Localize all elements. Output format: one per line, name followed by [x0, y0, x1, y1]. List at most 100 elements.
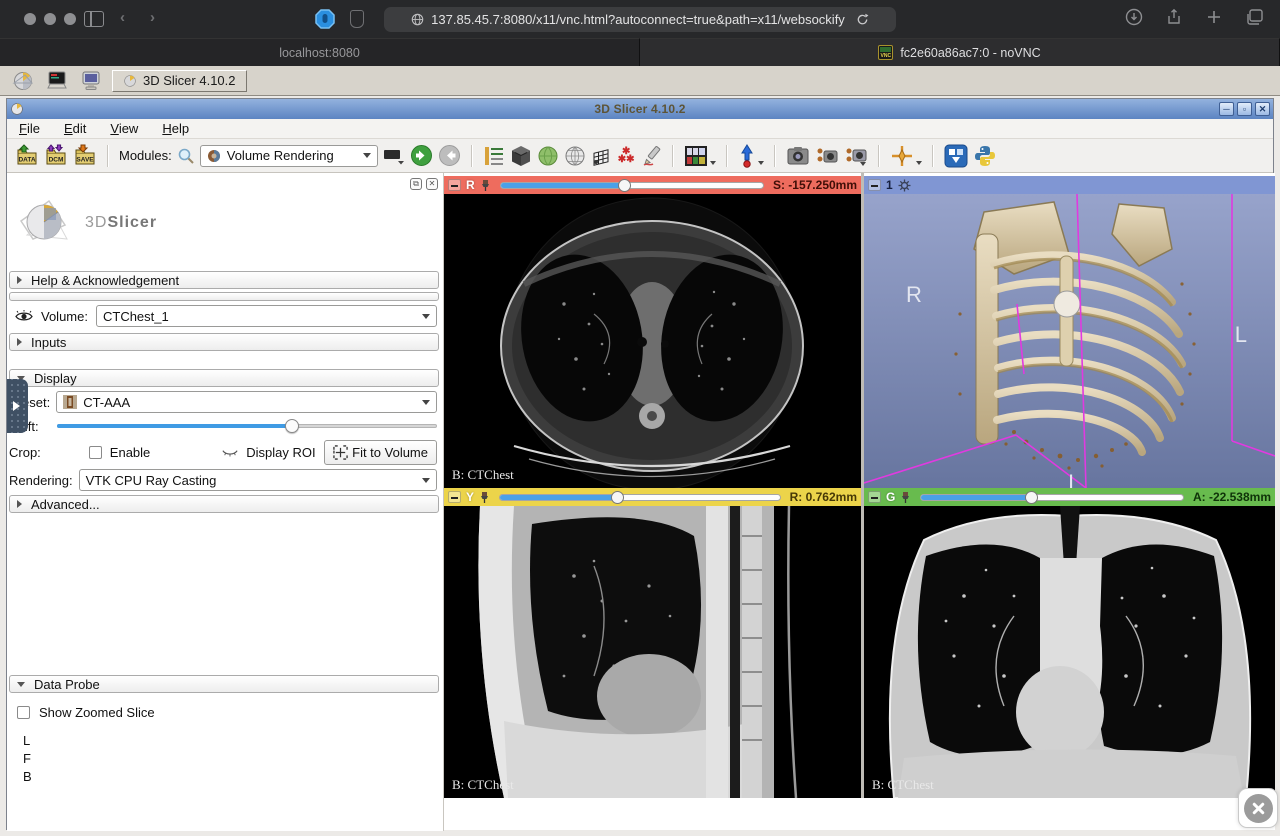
novnc-control-button[interactable]	[1238, 788, 1278, 828]
preset-combobox[interactable]: CT-AAA	[56, 391, 437, 413]
volume-rendering-image	[864, 194, 1275, 488]
taskbar-app-button[interactable]: 3D Slicer 4.10.2	[112, 70, 247, 92]
rendering-combobox[interactable]: VTK CPU Ray Casting	[79, 469, 437, 491]
hide-panel-icon[interactable]: ✕	[426, 178, 438, 190]
module-selector-combobox[interactable]: Volume Rendering	[200, 145, 378, 167]
display-section[interactable]: Display	[9, 369, 439, 387]
display-settings-icon[interactable]	[78, 69, 104, 93]
tab-novnc[interactable]: fc2e60a86ac7:0 - noVNC	[640, 38, 1280, 66]
save-button[interactable]: SAVE	[73, 143, 97, 169]
threed-viewport[interactable]: R L I	[864, 194, 1275, 488]
privacy-shield-extension-icon[interactable]	[350, 10, 364, 28]
eye-icon[interactable]	[15, 310, 33, 323]
downloads-icon[interactable]	[1125, 8, 1143, 26]
tab-overview-icon[interactable]	[1245, 8, 1264, 26]
green-slice-viewport[interactable]: B: CTChest	[864, 506, 1275, 798]
module-search-icon[interactable]	[177, 143, 195, 169]
new-tab-icon[interactable]	[1205, 8, 1223, 26]
sagittal-ct-image	[444, 506, 861, 798]
shift-slider[interactable]	[57, 419, 437, 433]
forward-button[interactable]: ›	[150, 9, 155, 26]
scene-view-capture-button[interactable]	[815, 143, 839, 169]
close-icon[interactable]: ✕	[1255, 102, 1270, 116]
pin-icon[interactable]	[900, 491, 911, 503]
slicer-logo: 3DSlicer	[19, 195, 157, 251]
inputs-section[interactable]: Inputs	[9, 333, 439, 351]
shift-slider-handle[interactable]	[285, 419, 299, 433]
tab-label: fc2e60a86ac7:0 - noVNC	[900, 46, 1040, 60]
close-window-button[interactable]	[24, 13, 36, 25]
url-bar[interactable]: 137.85.45.7:8080/x11/vnc.html?autoconnec…	[384, 7, 896, 32]
collapse-view-icon[interactable]	[868, 179, 881, 191]
menu-file[interactable]: File	[19, 121, 40, 136]
models-sphere-icon[interactable]	[537, 143, 559, 169]
yellow-slice-viewport[interactable]: B: CTChest	[444, 506, 861, 798]
data-cube-icon[interactable]	[510, 143, 532, 169]
tab-localhost[interactable]: localhost:8080	[0, 38, 640, 66]
toolbar-separator	[471, 145, 473, 167]
volume-label: Volume:	[41, 309, 88, 324]
terminal-icon[interactable]	[44, 69, 70, 93]
screenshot-button[interactable]	[786, 143, 810, 169]
pin-icon[interactable]	[479, 491, 490, 503]
green-slice-slider-handle[interactable]	[1025, 491, 1038, 504]
red-slice-slider[interactable]	[500, 179, 764, 192]
crop-enable-checkbox[interactable]	[89, 446, 102, 459]
chevron-down-icon	[422, 400, 430, 405]
back-button[interactable]: ‹	[120, 9, 125, 26]
collapse-arrow-icon	[17, 500, 22, 508]
green-slice-slider[interactable]	[920, 491, 1184, 504]
wireframe-sphere-icon[interactable]	[564, 143, 586, 169]
sampling-grid-icon[interactable]	[591, 143, 613, 169]
crosshair-button[interactable]	[890, 143, 922, 169]
roi-visibility-eye-icon[interactable]	[222, 447, 238, 458]
maximize-icon[interactable]: ▫	[1237, 102, 1252, 116]
collapse-view-icon[interactable]	[448, 491, 461, 503]
yellow-slice-slider[interactable]	[499, 491, 781, 504]
module-back-button[interactable]	[410, 143, 433, 169]
load-data-button[interactable]: DATA	[15, 143, 39, 169]
extensions-manager-button[interactable]	[944, 143, 968, 169]
module-hierarchy-icon[interactable]	[483, 143, 505, 169]
tab-label: localhost:8080	[279, 46, 360, 60]
show-zoomed-slice-checkbox[interactable]	[17, 706, 30, 719]
place-fiducial-button[interactable]	[738, 143, 764, 169]
close-circle-icon	[1244, 794, 1273, 823]
advanced-section[interactable]: Advanced...	[9, 495, 439, 513]
content-blocker-extension-icon[interactable]	[314, 8, 336, 30]
slicer-launcher-icon[interactable]	[10, 69, 36, 93]
layout-selector-button[interactable]	[684, 143, 716, 169]
editor-pencil-icon[interactable]	[640, 143, 662, 169]
sidebar-toggle-icon[interactable]	[84, 11, 104, 27]
annotations-icon[interactable]: ✱✱✱	[618, 143, 635, 169]
reload-icon[interactable]	[856, 13, 869, 26]
fit-to-volume-button[interactable]: Fit to Volume	[324, 440, 437, 465]
load-dicom-button[interactable]: DCM	[44, 143, 68, 169]
volume-combobox[interactable]: CTChest_1	[96, 305, 437, 327]
red-slice-viewport[interactable]: B: CTChest	[444, 194, 861, 488]
scene-view-restore-button[interactable]	[844, 143, 868, 169]
red-slice-slider-handle[interactable]	[618, 179, 631, 192]
minimize-icon[interactable]: ─	[1219, 102, 1234, 116]
python-console-button[interactable]	[973, 143, 997, 169]
menu-help[interactable]: Help	[162, 121, 189, 136]
menu-view[interactable]: View	[110, 121, 138, 136]
zoom-window-button[interactable]	[64, 13, 76, 25]
share-icon[interactable]	[1165, 8, 1183, 26]
data-probe-section[interactable]: Data Probe	[9, 675, 439, 693]
panel-dock-tab[interactable]	[7, 379, 28, 433]
collapse-view-icon[interactable]	[868, 491, 881, 503]
volume-name-label: B: CTChest	[452, 467, 514, 483]
pin-icon[interactable]	[480, 179, 491, 191]
module-forward-button[interactable]	[438, 143, 461, 169]
window-titlebar[interactable]: 3D Slicer 4.10.2 ─ ▫ ✕	[7, 99, 1273, 119]
logo-3d: 3D	[85, 214, 107, 231]
undock-panel-icon[interactable]: ⧉	[410, 178, 422, 190]
yellow-slice-slider-handle[interactable]	[611, 491, 624, 504]
menu-edit[interactable]: Edit	[64, 121, 86, 136]
help-acknowledgement-section[interactable]: Help & Acknowledgement	[9, 271, 439, 289]
module-history-menu[interactable]	[383, 143, 405, 169]
collapse-view-icon[interactable]	[448, 179, 461, 191]
view-options-gear-icon[interactable]	[898, 179, 911, 192]
minimize-window-button[interactable]	[44, 13, 56, 25]
